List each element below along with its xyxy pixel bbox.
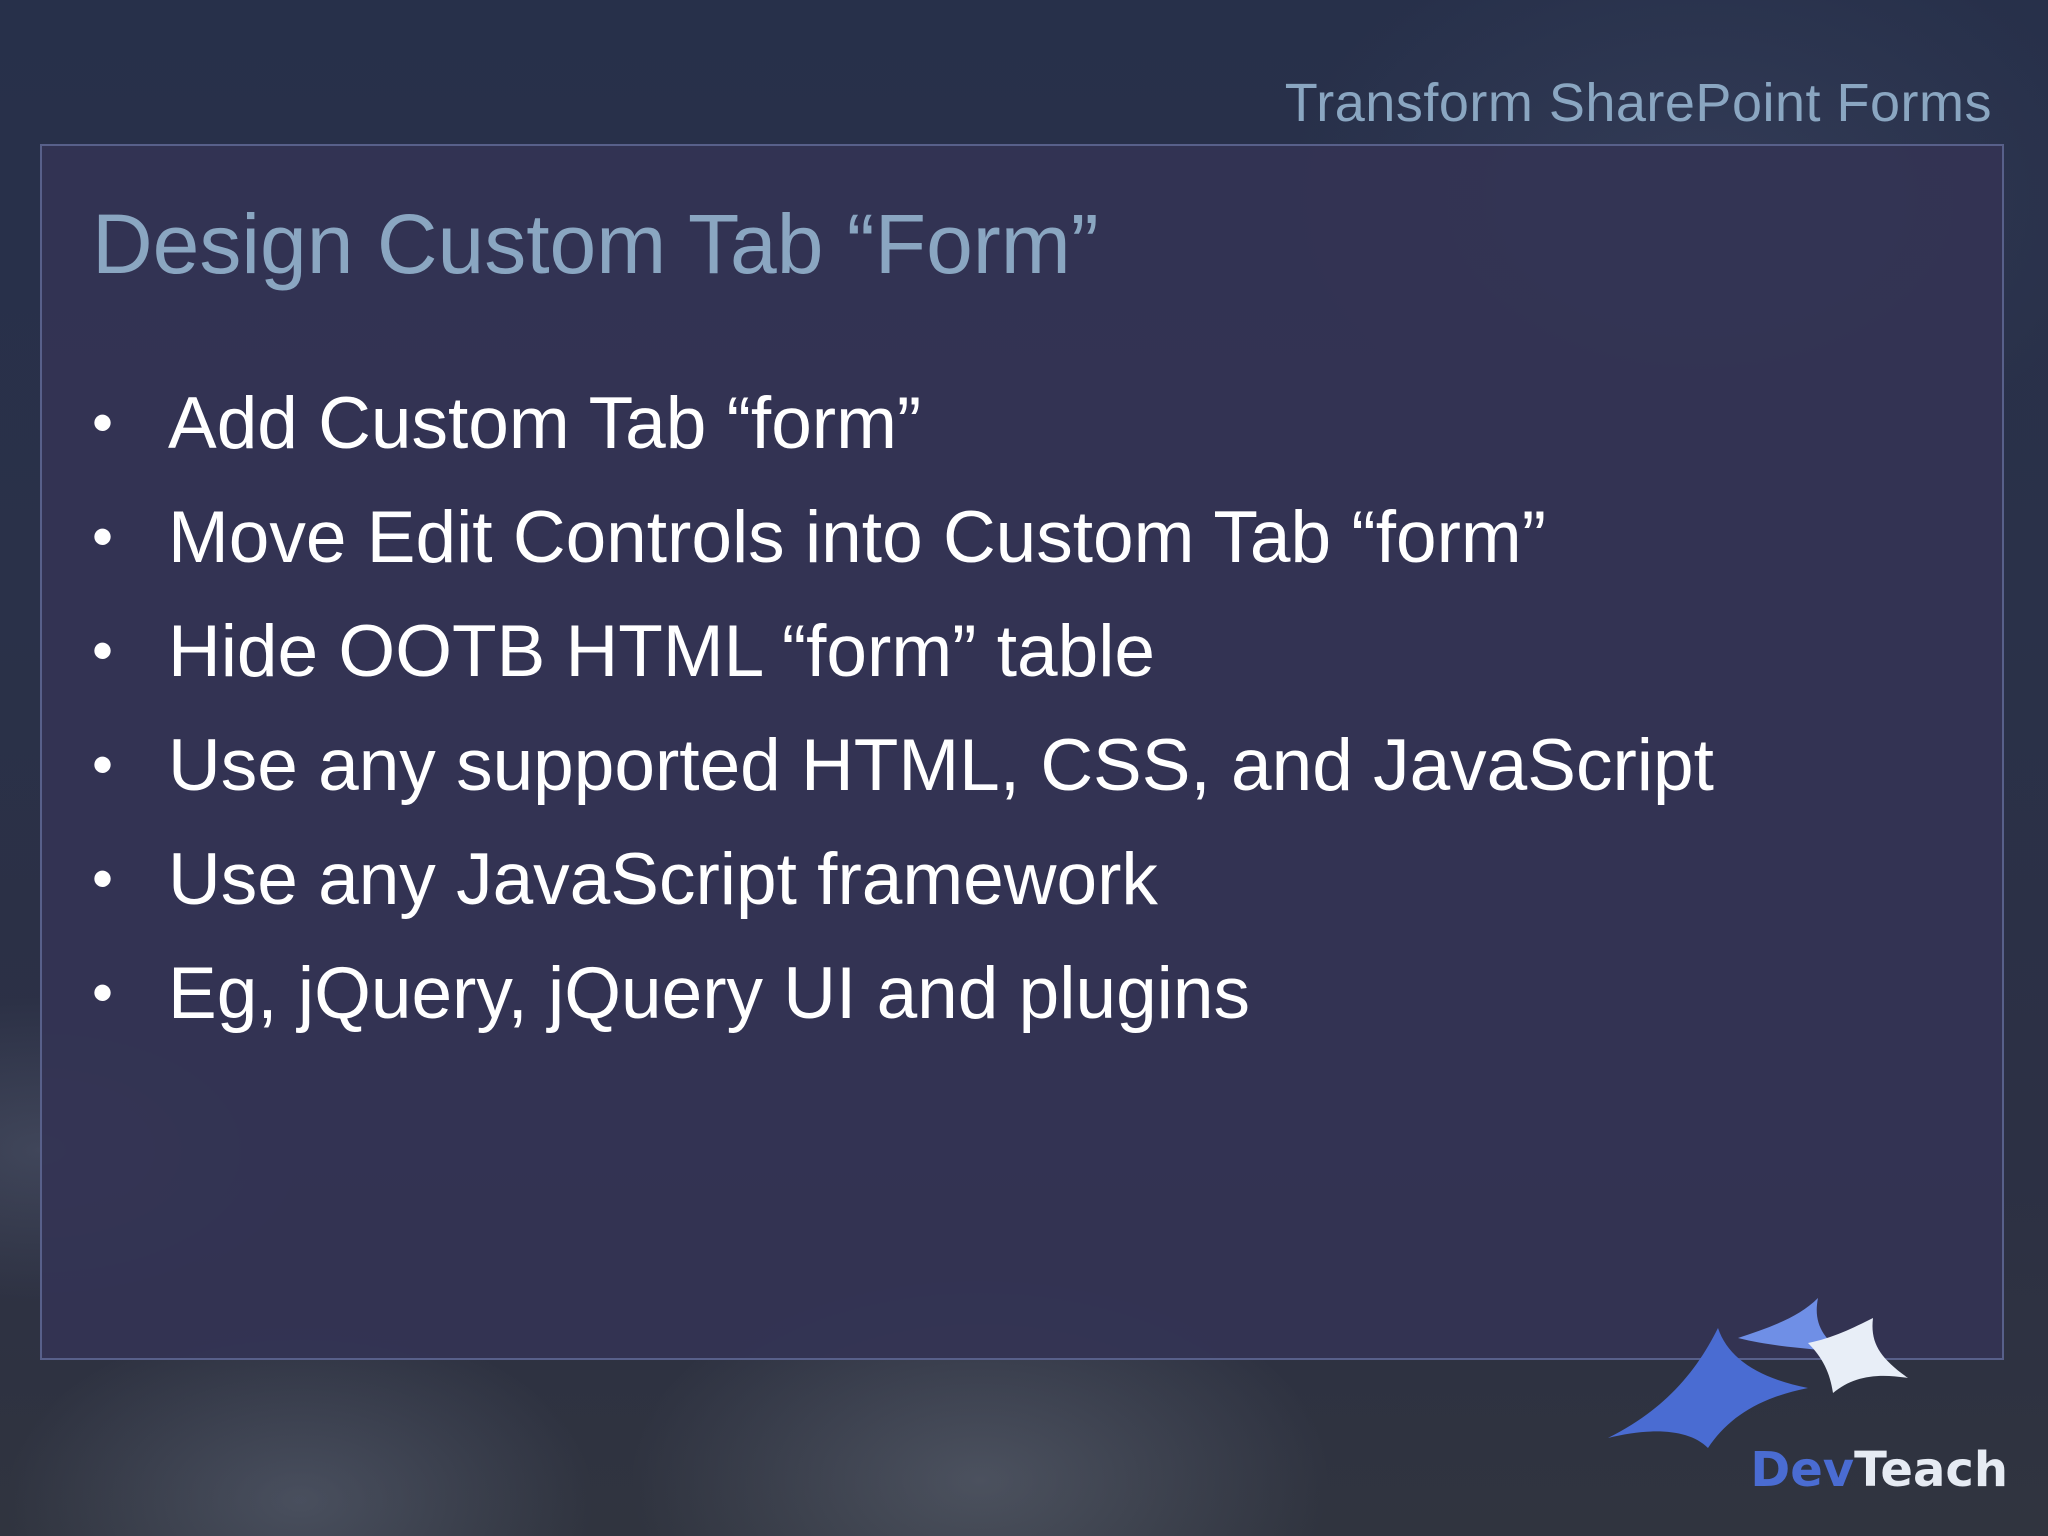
bullet-text: Eg, jQuery, jQuery UI and plugins: [168, 952, 1250, 1034]
logo-text: DevTeach: [1750, 1442, 2008, 1498]
bullet-item: • Move Edit Controls into Custom Tab “fo…: [92, 480, 1714, 594]
logo-text-teach: Teach: [1854, 1442, 2008, 1498]
bullet-text: Use any supported HTML, CSS, and JavaScr…: [168, 724, 1714, 806]
presentation-title: Transform SharePoint Forms: [1284, 73, 1992, 133]
bullet-icon: •: [92, 503, 114, 570]
slide-title: Design Custom Tab “Form”: [92, 197, 1099, 291]
bullet-item: • Add Custom Tab “form”: [92, 366, 1714, 480]
bullet-icon: •: [92, 845, 114, 912]
bullet-text: Use any JavaScript framework: [168, 838, 1158, 920]
bullet-icon: •: [92, 731, 114, 798]
bullet-item: • Hide OOTB HTML “form” table: [92, 594, 1714, 708]
bullet-item: • Eg, jQuery, jQuery UI and plugins: [92, 936, 1714, 1050]
logo-text-dev: Dev: [1750, 1442, 1855, 1498]
bullet-item: • Use any JavaScript framework: [92, 822, 1714, 936]
bullet-text: Hide OOTB HTML “form” table: [168, 610, 1156, 692]
devteach-logo: DevTeach: [1608, 1298, 2008, 1498]
content-panel: Design Custom Tab “Form” • Add Custom Ta…: [40, 144, 2004, 1360]
star-swoosh-icon: [1608, 1298, 1908, 1448]
bullet-icon: •: [92, 617, 114, 684]
bullet-list: • Add Custom Tab “form” • Move Edit Cont…: [92, 366, 1714, 1050]
bullet-text: Move Edit Controls into Custom Tab “form…: [168, 496, 1547, 578]
bullet-icon: •: [92, 959, 114, 1026]
bullet-text: Add Custom Tab “form”: [168, 382, 922, 464]
bullet-item: • Use any supported HTML, CSS, and JavaS…: [92, 708, 1714, 822]
bullet-icon: •: [92, 389, 114, 456]
slide: Transform SharePoint Forms Design Custom…: [0, 0, 2048, 1536]
